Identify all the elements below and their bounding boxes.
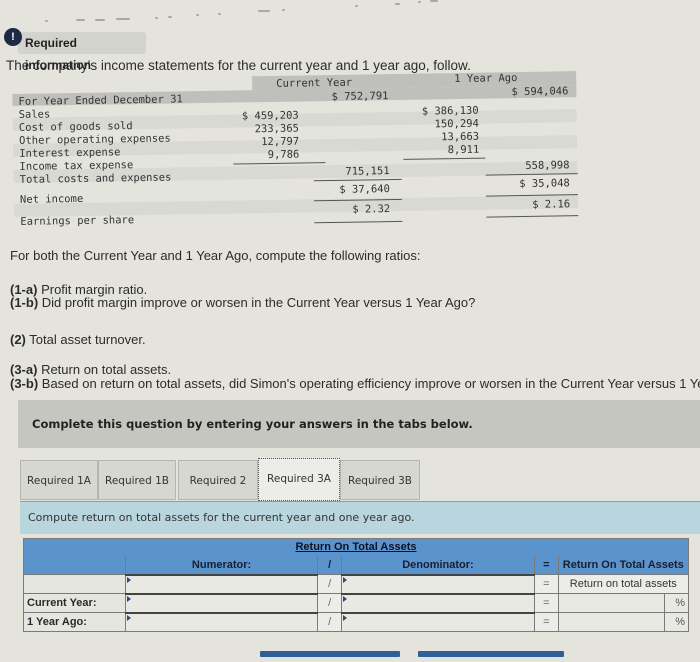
equals-header: = bbox=[534, 555, 559, 575]
current-net-income: $ 37,640 bbox=[339, 183, 390, 196]
divide-symbol: / bbox=[317, 612, 342, 632]
current-interest: 12,797 bbox=[261, 135, 300, 149]
current-tax: 9,786 bbox=[267, 148, 300, 161]
table-row: / = Return on total assets bbox=[23, 573, 690, 594]
question-2: (2) Total asset turnover. bbox=[10, 332, 146, 347]
current-other-opex: 233,365 bbox=[254, 122, 300, 136]
prior-eps: $ 2.16 bbox=[532, 198, 571, 211]
divide-header: / bbox=[317, 555, 342, 575]
header-label: For Year Ended December 31 bbox=[18, 93, 183, 108]
question-3b: (3-b) Based on return on total assets, d… bbox=[10, 376, 700, 391]
tab-required-2[interactable]: Required 2 bbox=[178, 460, 258, 500]
current-total-costs: 715,151 bbox=[345, 165, 390, 178]
equals-symbol: = bbox=[534, 612, 559, 632]
denominator-input-current-year[interactable] bbox=[340, 592, 536, 613]
prior-net-income: $ 35,048 bbox=[519, 177, 570, 191]
instruction-bar: Compute return on total assets for the c… bbox=[20, 502, 700, 534]
percent-unit: % bbox=[664, 612, 689, 632]
prior-total-costs: 558,998 bbox=[525, 159, 570, 172]
complete-prompt: Complete this question by entering your … bbox=[32, 417, 473, 431]
previous-tab-button[interactable] bbox=[260, 651, 400, 657]
numerator-input-header-row[interactable] bbox=[124, 573, 319, 594]
prior-other-opex: 150,294 bbox=[434, 117, 479, 131]
row-label-total-costs: Total costs and expenses bbox=[19, 171, 172, 186]
question-1b: (1-b) Did profit margin improve or worse… bbox=[10, 295, 476, 310]
row-label-eps: Earnings per share bbox=[20, 214, 135, 228]
prior-interest: 13,663 bbox=[441, 130, 480, 144]
roa-input-current-year[interactable] bbox=[557, 593, 666, 613]
prior-sales: $ 594,046 bbox=[511, 85, 569, 99]
required-information-label: Required information bbox=[18, 32, 146, 72]
income-statement: Current Year 1 Year Ago For Year Ended D… bbox=[12, 63, 579, 232]
questions-lead: For both the Current Year and 1 Year Ago… bbox=[10, 248, 421, 263]
roa-table-title: Return On Total Assets bbox=[295, 541, 417, 554]
current-eps: $ 2.32 bbox=[352, 203, 391, 216]
tab-required-3a[interactable]: Required 3A bbox=[258, 458, 340, 501]
tab-required-1a[interactable]: Required 1A bbox=[20, 460, 98, 500]
instruction-text: Compute return on total assets for the c… bbox=[28, 511, 415, 524]
prior-cogs: $ 386,130 bbox=[421, 104, 479, 118]
col-one-year-ago: 1 Year Ago bbox=[454, 72, 518, 86]
next-tab-button[interactable] bbox=[418, 651, 564, 657]
row-label-sales: Sales bbox=[18, 108, 51, 121]
row-label-interest: Interest expense bbox=[19, 146, 121, 160]
col-current-year: Current Year bbox=[276, 76, 353, 90]
current-sales: $ 752,791 bbox=[331, 90, 389, 103]
prior-tax: 8,911 bbox=[447, 143, 480, 157]
roa-input-one-year-ago[interactable] bbox=[557, 612, 666, 632]
row-label-cogs: Cost of goods sold bbox=[18, 120, 133, 134]
table-row: Current Year: / = % bbox=[23, 592, 689, 613]
denominator-header: Denominator: bbox=[340, 555, 536, 575]
percent-unit: % bbox=[664, 593, 689, 613]
question-3a: (3-a) Return on total assets. bbox=[10, 362, 172, 377]
equals-symbol: = bbox=[534, 574, 559, 594]
complete-prompt-bar: Complete this question by entering your … bbox=[18, 400, 700, 448]
numerator-input-current-year[interactable] bbox=[124, 592, 319, 613]
result-subheader: Return on total assets bbox=[557, 574, 690, 594]
divide-symbol: / bbox=[317, 574, 342, 594]
row-label-current-year: Current Year: bbox=[23, 593, 126, 613]
row-label-net-income: Net income bbox=[19, 192, 84, 206]
row-label-one-year-ago: 1 Year Ago: bbox=[23, 612, 126, 632]
equals-symbol: = bbox=[534, 593, 559, 613]
row-label-other-opex: Other operating expenses bbox=[18, 132, 171, 147]
tab-required-1b[interactable]: Required 1B bbox=[98, 460, 176, 500]
numerator-header: Numerator: bbox=[124, 555, 319, 575]
denominator-input-one-year-ago[interactable] bbox=[340, 611, 536, 632]
divide-symbol: / bbox=[317, 593, 342, 613]
result-header: Return On Total Assets bbox=[557, 555, 690, 575]
table-row: 1 Year Ago: / = % bbox=[23, 611, 689, 632]
numerator-input-one-year-ago[interactable] bbox=[124, 611, 319, 632]
row-label-tax: Income tax expense bbox=[19, 159, 134, 173]
row-label bbox=[23, 574, 126, 594]
tab-required-3b[interactable]: Required 3B bbox=[340, 460, 420, 500]
info-icon: ! bbox=[4, 28, 22, 46]
denominator-input-header-row[interactable] bbox=[340, 573, 536, 594]
roa-table: Return On Total Assets Numerator: / Deno… bbox=[23, 538, 690, 632]
current-cogs: $ 459,203 bbox=[241, 109, 299, 123]
